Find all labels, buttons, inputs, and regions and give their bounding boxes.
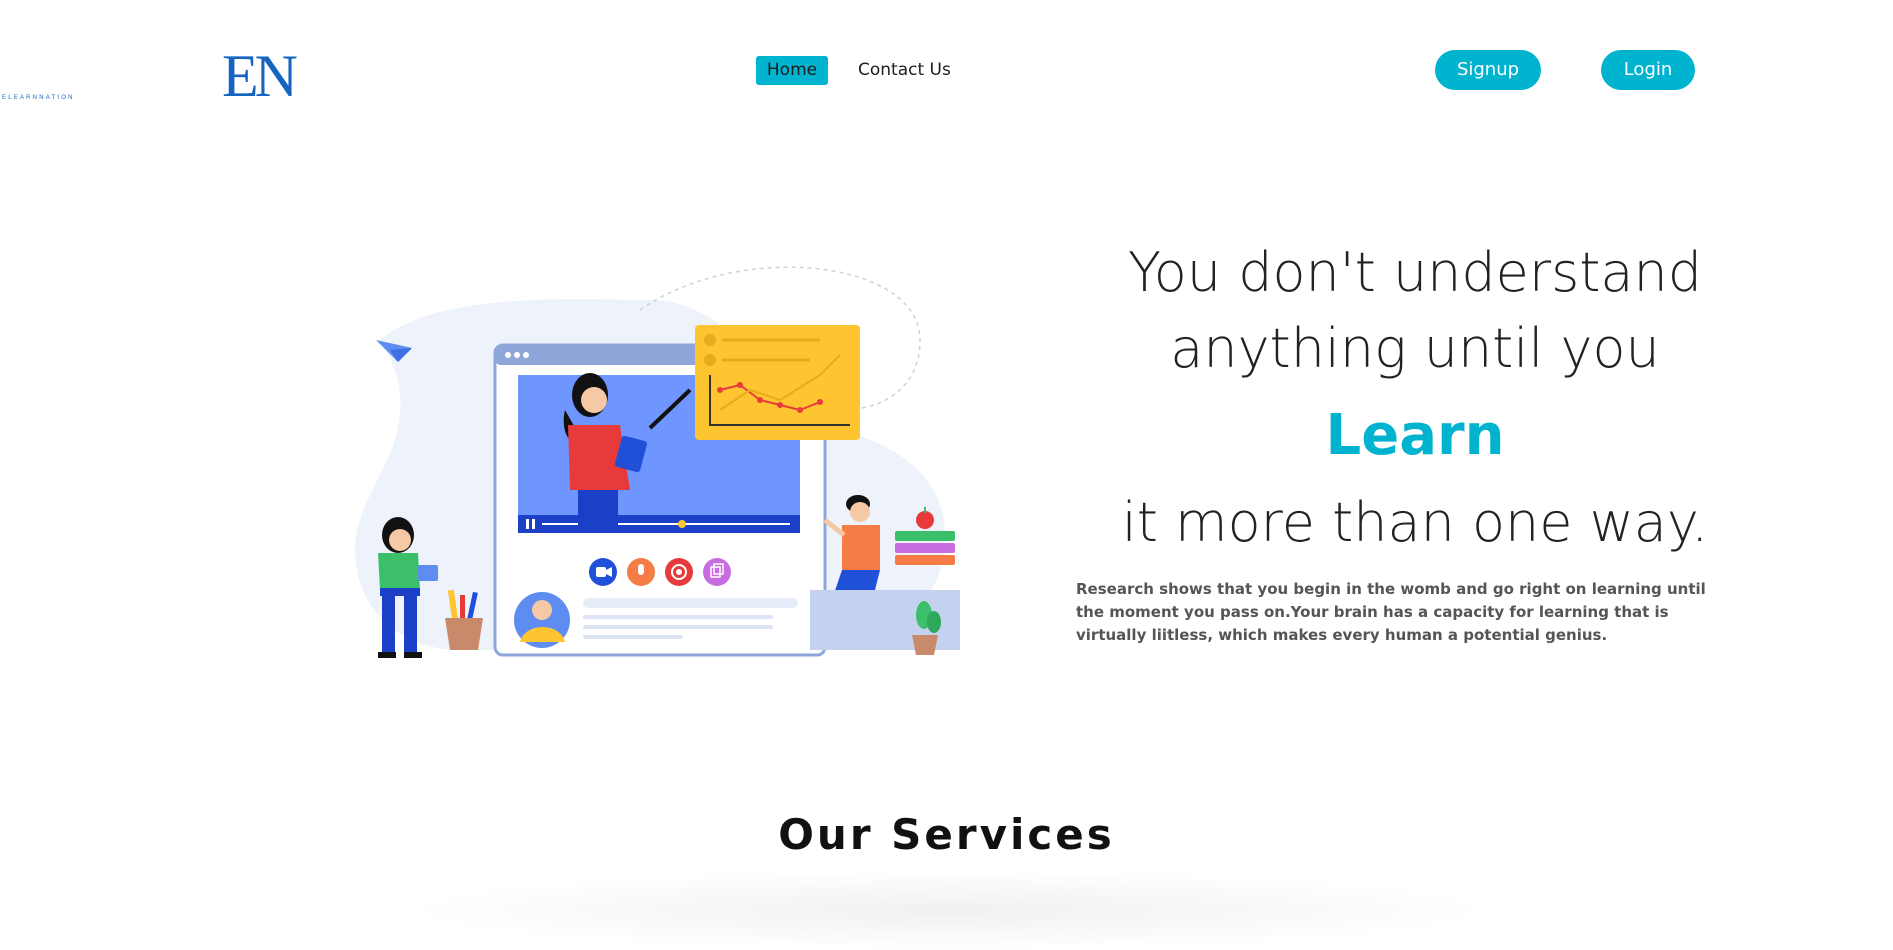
copy-icon [703, 558, 731, 586]
chart-board [695, 325, 860, 440]
hero-headline: You don't understand anything until you … [1100, 235, 1730, 561]
nav-home-link[interactable]: Home [756, 56, 828, 85]
hero-illustration [354, 266, 960, 658]
services-title: Our Services [778, 810, 1115, 859]
logo-letters: EN [222, 43, 298, 109]
nav-contact-link[interactable]: Contact Us [858, 56, 951, 85]
logo-subtext: ELEARNNATION [2, 95, 75, 101]
signup-button[interactable]: Signup [1435, 50, 1541, 90]
hero-description: Research shows that you begin in the wom… [1076, 580, 1706, 644]
services-card-shadow [400, 870, 1500, 950]
hero-highlight: Learn [1325, 403, 1505, 468]
logo[interactable]: EN [222, 46, 312, 106]
hero-line-3: it more than one way. [1121, 491, 1709, 554]
hero-line-2: anything until you [1170, 317, 1660, 380]
hero-line-1: You don't understand [1127, 241, 1702, 304]
book-stack [895, 531, 955, 565]
login-button[interactable]: Login [1601, 50, 1695, 90]
